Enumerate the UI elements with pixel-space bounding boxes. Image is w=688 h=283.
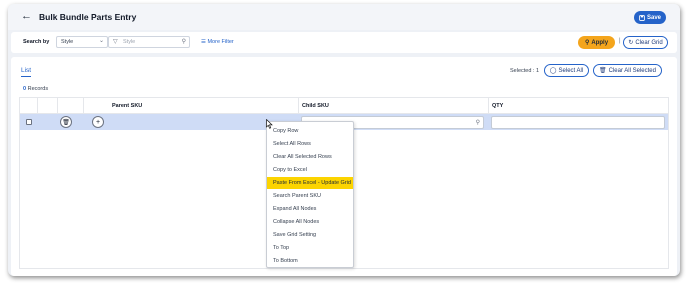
refresh-icon: ↻ [628, 40, 634, 46]
filter-bar: Search by Style ⌄ ▽ Style ⚲ ☰ More Filte… [11, 32, 677, 53]
save-button[interactable]: Save [634, 11, 666, 24]
select-all-button[interactable]: ◯ Select All [544, 64, 589, 77]
menu-item-to-top[interactable]: To Top [267, 242, 353, 254]
menu-item-copy-row[interactable]: Copy Row [267, 125, 353, 137]
more-filter-link[interactable]: ☰ More Filter [201, 39, 234, 45]
selected-count: Selected : 1 [510, 68, 540, 74]
column-select [20, 98, 38, 114]
page-header: ← Bulk Bundle Parts Entry Save [8, 4, 680, 30]
search-field-select[interactable]: Style ⌄ [56, 36, 108, 48]
column-delete [38, 98, 58, 114]
column-header-child-sku[interactable]: Child SKU [299, 98, 489, 114]
clear-all-selected-button[interactable]: 🗑 Clear All Selected [593, 64, 662, 77]
menu-item-copy-to-excel[interactable]: Copy to Excel [267, 164, 353, 176]
add-row-button[interactable]: + [92, 116, 104, 128]
menu-item-clear-all-selected-rows[interactable]: Clear All Selected Rows [267, 151, 353, 163]
search-placeholder: Style [123, 39, 136, 45]
divider: | [619, 38, 621, 44]
back-arrow-icon[interactable]: ← [21, 10, 32, 22]
page-title: Bulk Bundle Parts Entry [39, 12, 137, 22]
chevron-down-icon: ⌄ [98, 38, 104, 44]
records-count: 0 Records [23, 86, 49, 92]
save-icon [639, 14, 645, 21]
menu-item-collapse-all-nodes[interactable]: Collapse All Nodes [267, 216, 353, 228]
search-icon[interactable]: ⚲ [182, 38, 186, 45]
context-menu: Copy Row Select All Rows Clear All Selec… [266, 121, 354, 268]
tab-list[interactable]: List [21, 67, 32, 77]
menu-item-paste-from-excel[interactable]: Paste From Excel - Update Grid [267, 177, 353, 189]
save-label: Save [646, 14, 661, 21]
search-field-value: Style [61, 39, 74, 45]
column-expand [58, 98, 84, 114]
filter-icon: ▽ [113, 39, 118, 45]
menu-item-expand-all-nodes[interactable]: Expand All Nodes [267, 203, 353, 215]
search-icon: ⚲ [584, 40, 590, 46]
check-circle-icon: ◯ [549, 68, 557, 74]
menu-item-select-all-rows[interactable]: Select All Rows [267, 138, 353, 150]
row-checkbox[interactable] [26, 119, 32, 125]
menu-item-save-grid-setting[interactable]: Save Grid Setting [267, 229, 353, 241]
search-by-label: Search by [23, 39, 50, 45]
trash-icon[interactable]: 🗑 [60, 116, 72, 128]
clear-grid-button[interactable]: ↻ Clear Grid [623, 36, 668, 49]
qty-input[interactable] [491, 116, 665, 129]
menu-item-search-parent-sku[interactable]: Search Parent SKU [267, 190, 353, 202]
menu-item-to-bottom[interactable]: To Bottom [267, 255, 353, 267]
column-header-qty[interactable]: QTY [489, 98, 669, 114]
clear-grid-label: Clear Grid [635, 39, 663, 46]
column-header-parent-sku[interactable]: Parent SKU [84, 98, 299, 114]
apply-button[interactable]: ⚲ Apply [578, 36, 615, 49]
mouse-cursor-icon [266, 119, 273, 129]
apply-label: Apply [591, 39, 609, 46]
trash-icon: 🗑 [599, 68, 607, 74]
search-icon[interactable]: ⚲ [476, 119, 480, 126]
search-input[interactable]: ▽ Style ⚲ [108, 36, 190, 48]
